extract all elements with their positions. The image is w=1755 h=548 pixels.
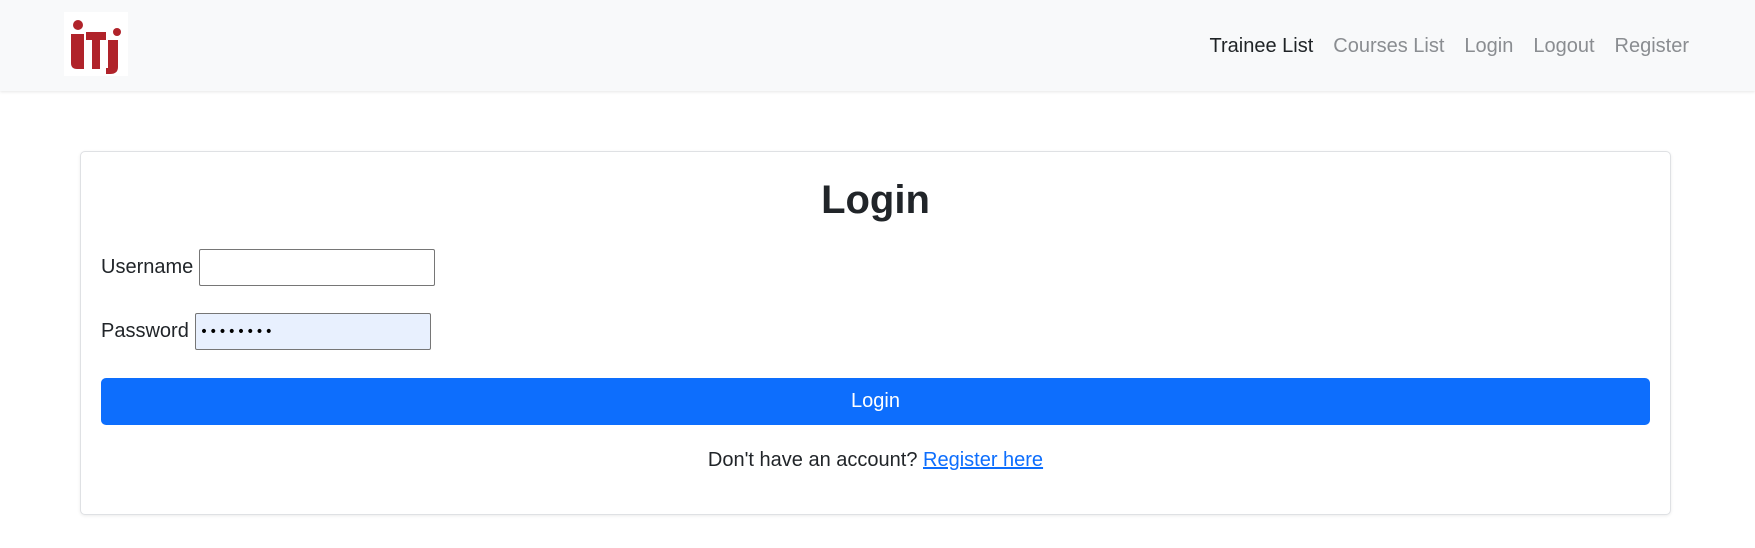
nav-register[interactable]: Register — [1605, 33, 1689, 59]
username-row: Username — [101, 249, 436, 286]
username-field[interactable] — [199, 249, 436, 286]
nav-courses-list[interactable]: Courses List — [1323, 33, 1454, 59]
register-prompt: Don't have an account? Register here — [81, 449, 1670, 472]
register-prompt-text: Don't have an account? — [707, 449, 923, 471]
iti-logo[interactable] — [64, 12, 128, 76]
nav-logout[interactable]: Logout — [1523, 33, 1604, 59]
page-title: Login — [821, 178, 930, 222]
password-label: Password — [101, 320, 189, 342]
username-label: Username — [101, 256, 194, 278]
nav-menu: Trainee List Courses List Login Logout R… — [1200, 33, 1690, 59]
login-button[interactable]: Login — [101, 378, 1650, 425]
nav-trainee-list[interactable]: Trainee List — [1200, 33, 1324, 59]
login-card: Login Username Password Login Don't have… — [80, 151, 1671, 515]
nav-login[interactable]: Login — [1454, 33, 1523, 59]
top-navbar: Trainee List Courses List Login Logout R… — [0, 0, 1755, 91]
password-field[interactable] — [194, 313, 431, 350]
password-row: Password — [101, 313, 431, 350]
register-link[interactable]: Register here — [923, 449, 1043, 471]
